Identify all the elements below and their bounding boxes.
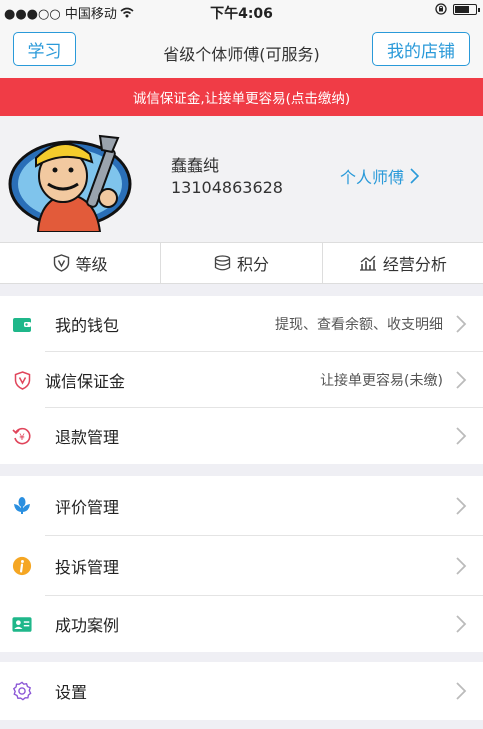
menu-label: 成功案例 <box>55 616 120 635</box>
stat-points[interactable]: 积分 <box>161 243 323 283</box>
menu-item-deposit[interactable]: 诚信保证金 让接单更容易(未缴) <box>0 352 483 408</box>
chevron-right-icon <box>410 168 419 184</box>
menu-label: 投诉管理 <box>55 558 120 577</box>
stat-analytics[interactable]: 经营分析 <box>323 243 483 283</box>
info-icon <box>12 556 32 576</box>
refund-icon: ¥ <box>12 426 32 446</box>
menu-item-reviews[interactable]: 评价管理 <box>0 476 483 536</box>
flower-icon <box>12 496 32 516</box>
stat-level[interactable]: 等级 <box>0 243 162 283</box>
chevron-right-icon <box>456 315 467 333</box>
id-card-icon <box>12 614 32 634</box>
menu-group-finance: 我的钱包 提现、查看余额、收支明细 诚信保证金 让接单更容易(未缴) ¥ 退款管… <box>0 296 483 464</box>
stats-bar: 等级 积分 经营分析 <box>0 242 483 284</box>
chevron-right-icon <box>456 615 467 633</box>
chevron-right-icon <box>456 427 467 445</box>
menu-item-refund[interactable]: ¥ 退款管理 <box>0 408 483 464</box>
gear-icon <box>12 681 32 701</box>
menu-item-wallet[interactable]: 我的钱包 提现、查看余额、收支明细 <box>0 296 483 352</box>
menu-item-settings[interactable]: 设置 <box>0 662 483 720</box>
chevron-right-icon <box>456 682 467 700</box>
stat-level-label: 等级 <box>75 255 108 274</box>
menu-item-cases[interactable]: 成功案例 <box>0 596 483 652</box>
avatar[interactable] <box>8 128 138 232</box>
menu-detail: 提现、查看余额、收支明细 <box>275 317 443 333</box>
menu-label: 设置 <box>55 683 88 702</box>
profile-card: 蠢蠢纯 13104863628 个人师傅 <box>0 116 483 242</box>
wallet-icon <box>12 314 32 334</box>
master-type-link[interactable]: 个人师傅 <box>340 164 419 188</box>
nav-bar: 学习 省级个体师傅(可服务) 我的店铺 <box>0 22 483 78</box>
deposit-banner[interactable]: 诚信保证金,让接单更容易(点击缴纳) <box>0 78 483 116</box>
shield-v-icon <box>12 370 32 390</box>
menu-group-settings: 设置 <box>0 662 483 720</box>
status-bar: ●●●○○ 中国移动 下午4:06 <box>0 0 483 22</box>
menu-detail: 让接单更容易(未缴) <box>320 373 443 389</box>
stat-points-label: 积分 <box>236 255 269 274</box>
menu-label: 评价管理 <box>55 498 120 517</box>
menu-group-service: 评价管理 投诉管理 成功案例 <box>0 476 483 652</box>
chevron-right-icon <box>456 557 467 575</box>
analytics-chart-icon <box>359 255 376 271</box>
chevron-right-icon <box>456 497 467 515</box>
status-time: 下午4:06 <box>210 6 273 22</box>
profile-name: 蠢蠢纯 <box>171 156 220 175</box>
svg-text:¥: ¥ <box>19 433 25 443</box>
banner-text: 诚信保证金,让接单更容易(点击缴纳) <box>132 91 351 107</box>
menu-label: 退款管理 <box>55 428 120 447</box>
my-store-button[interactable]: 我的店铺 <box>372 32 470 66</box>
battery-icon <box>453 3 480 15</box>
stat-analytics-label: 经营分析 <box>382 255 447 274</box>
profile-phone: 13104863628 <box>171 178 283 197</box>
orientation-lock-icon <box>435 3 447 15</box>
chevron-right-icon <box>456 371 467 389</box>
shield-v-icon <box>53 254 69 272</box>
menu-item-complaints[interactable]: 投诉管理 <box>0 536 483 596</box>
master-type-label: 个人师傅 <box>339 168 404 187</box>
coins-icon <box>214 255 231 271</box>
menu-label: 我的钱包 <box>55 316 120 335</box>
menu-label: 诚信保证金 <box>45 372 126 391</box>
